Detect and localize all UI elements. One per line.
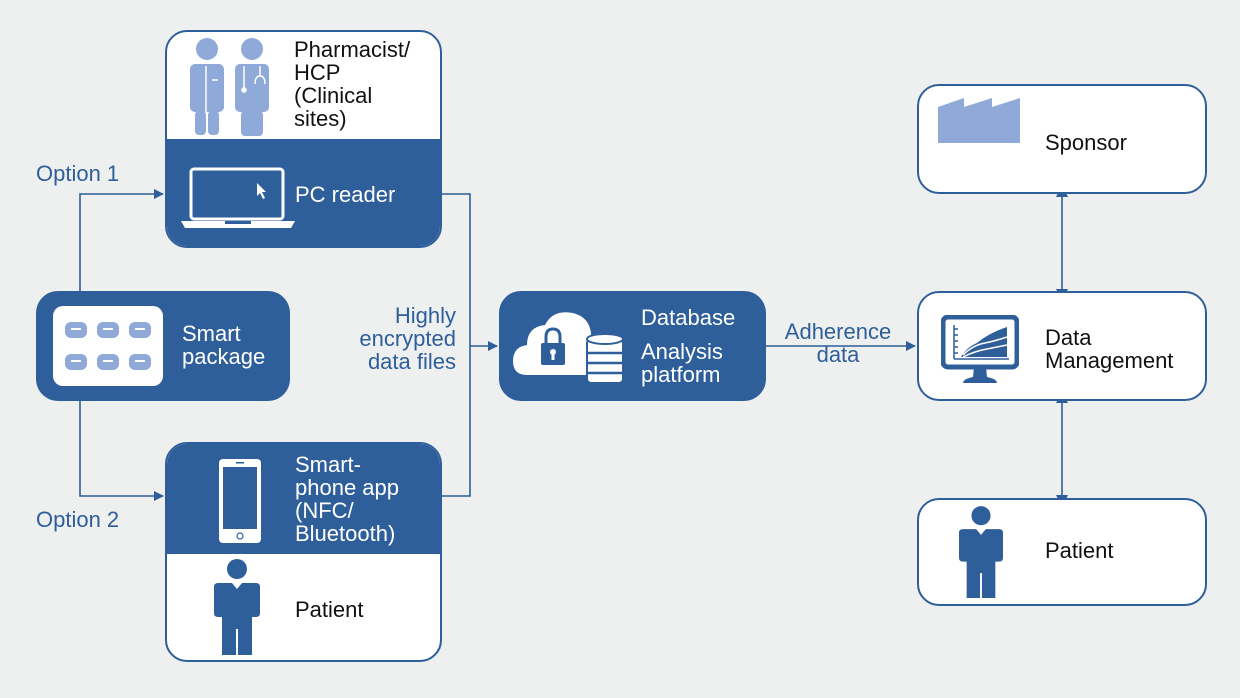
encrypted-label-line: Highly	[394, 303, 456, 328]
hcp-label-line: HCP	[294, 60, 341, 85]
smartphone-label-line: Smart-	[295, 452, 361, 477]
hcp-label: Pharmacist/ HCP (Clinical sites)	[294, 38, 410, 130]
smart-package-node: Smart package	[36, 291, 290, 401]
adherence-label-line: Adherence	[784, 319, 892, 344]
monitor-chart-icon	[941, 315, 1019, 383]
person-icon	[959, 506, 1003, 598]
analysis-platform-label-line: Analysis	[641, 339, 723, 364]
option1-connector	[79, 189, 164, 292]
hcp-label-line: sites)	[294, 106, 347, 131]
database-label: Database	[641, 305, 736, 330]
data-management-node: Data Management	[917, 291, 1207, 401]
option2-connector	[79, 400, 164, 501]
smart-package-label-line: Smart	[182, 321, 241, 346]
analysis-platform-label: Analysis platform	[641, 340, 723, 386]
smartphone-patient-node: Smart- phone app (NFC/ Bluetooth) Patien…	[165, 442, 442, 662]
data-management-label-line: Data	[1045, 325, 1092, 350]
option1-label: Option 1	[36, 161, 120, 186]
hcp-label-line: Pharmacist/	[294, 37, 411, 62]
factory-icon	[938, 98, 1020, 143]
blister-pack-icon	[53, 306, 163, 386]
smartphone-label-line: (NFC/	[295, 498, 354, 523]
patient-right-label: Patient	[1045, 538, 1114, 563]
sponsor-label: Sponsor	[1045, 130, 1127, 155]
smart-package-label: Smart package	[182, 322, 265, 368]
laptop-icon	[181, 167, 295, 228]
hcp-label-line: (Clinical	[294, 83, 373, 108]
data-management-label-line: Management	[1045, 348, 1174, 373]
adherence-label-line: data	[816, 342, 860, 367]
patient-right-node: Patient	[917, 498, 1207, 606]
data-management-label: Data Management	[1045, 326, 1173, 372]
smartphone-label-line: Bluetooth)	[295, 521, 396, 546]
smartphone-label-line: phone app	[295, 475, 399, 500]
analysis-platform-label-line: platform	[641, 362, 721, 387]
option2-label: Option 2	[36, 507, 120, 532]
sponsor-node: Sponsor	[917, 84, 1207, 194]
cloud-lock-database-icon	[513, 312, 624, 384]
smart-package-label-line: package	[182, 344, 266, 369]
encrypted-label-line: data files	[367, 349, 456, 374]
smartphone-label: Smart- phone app (NFC/ Bluetooth)	[295, 453, 399, 545]
person-icon	[214, 559, 260, 655]
adherence-label: Adherence data	[770, 320, 906, 366]
patient-left-label: Patient	[295, 597, 364, 622]
pc-reader-label: PC reader	[295, 182, 396, 207]
hcp-pc-reader-node: Pharmacist/ HCP (Clinical sites) PC read…	[165, 30, 442, 248]
database-node: Database Analysis platform	[499, 291, 766, 401]
encrypted-label-line: encrypted	[359, 326, 456, 351]
encrypted-label: Highly encrypted data files	[340, 304, 456, 373]
doctor-pharmacist-icon	[190, 38, 269, 136]
smartphone-icon	[219, 459, 261, 543]
